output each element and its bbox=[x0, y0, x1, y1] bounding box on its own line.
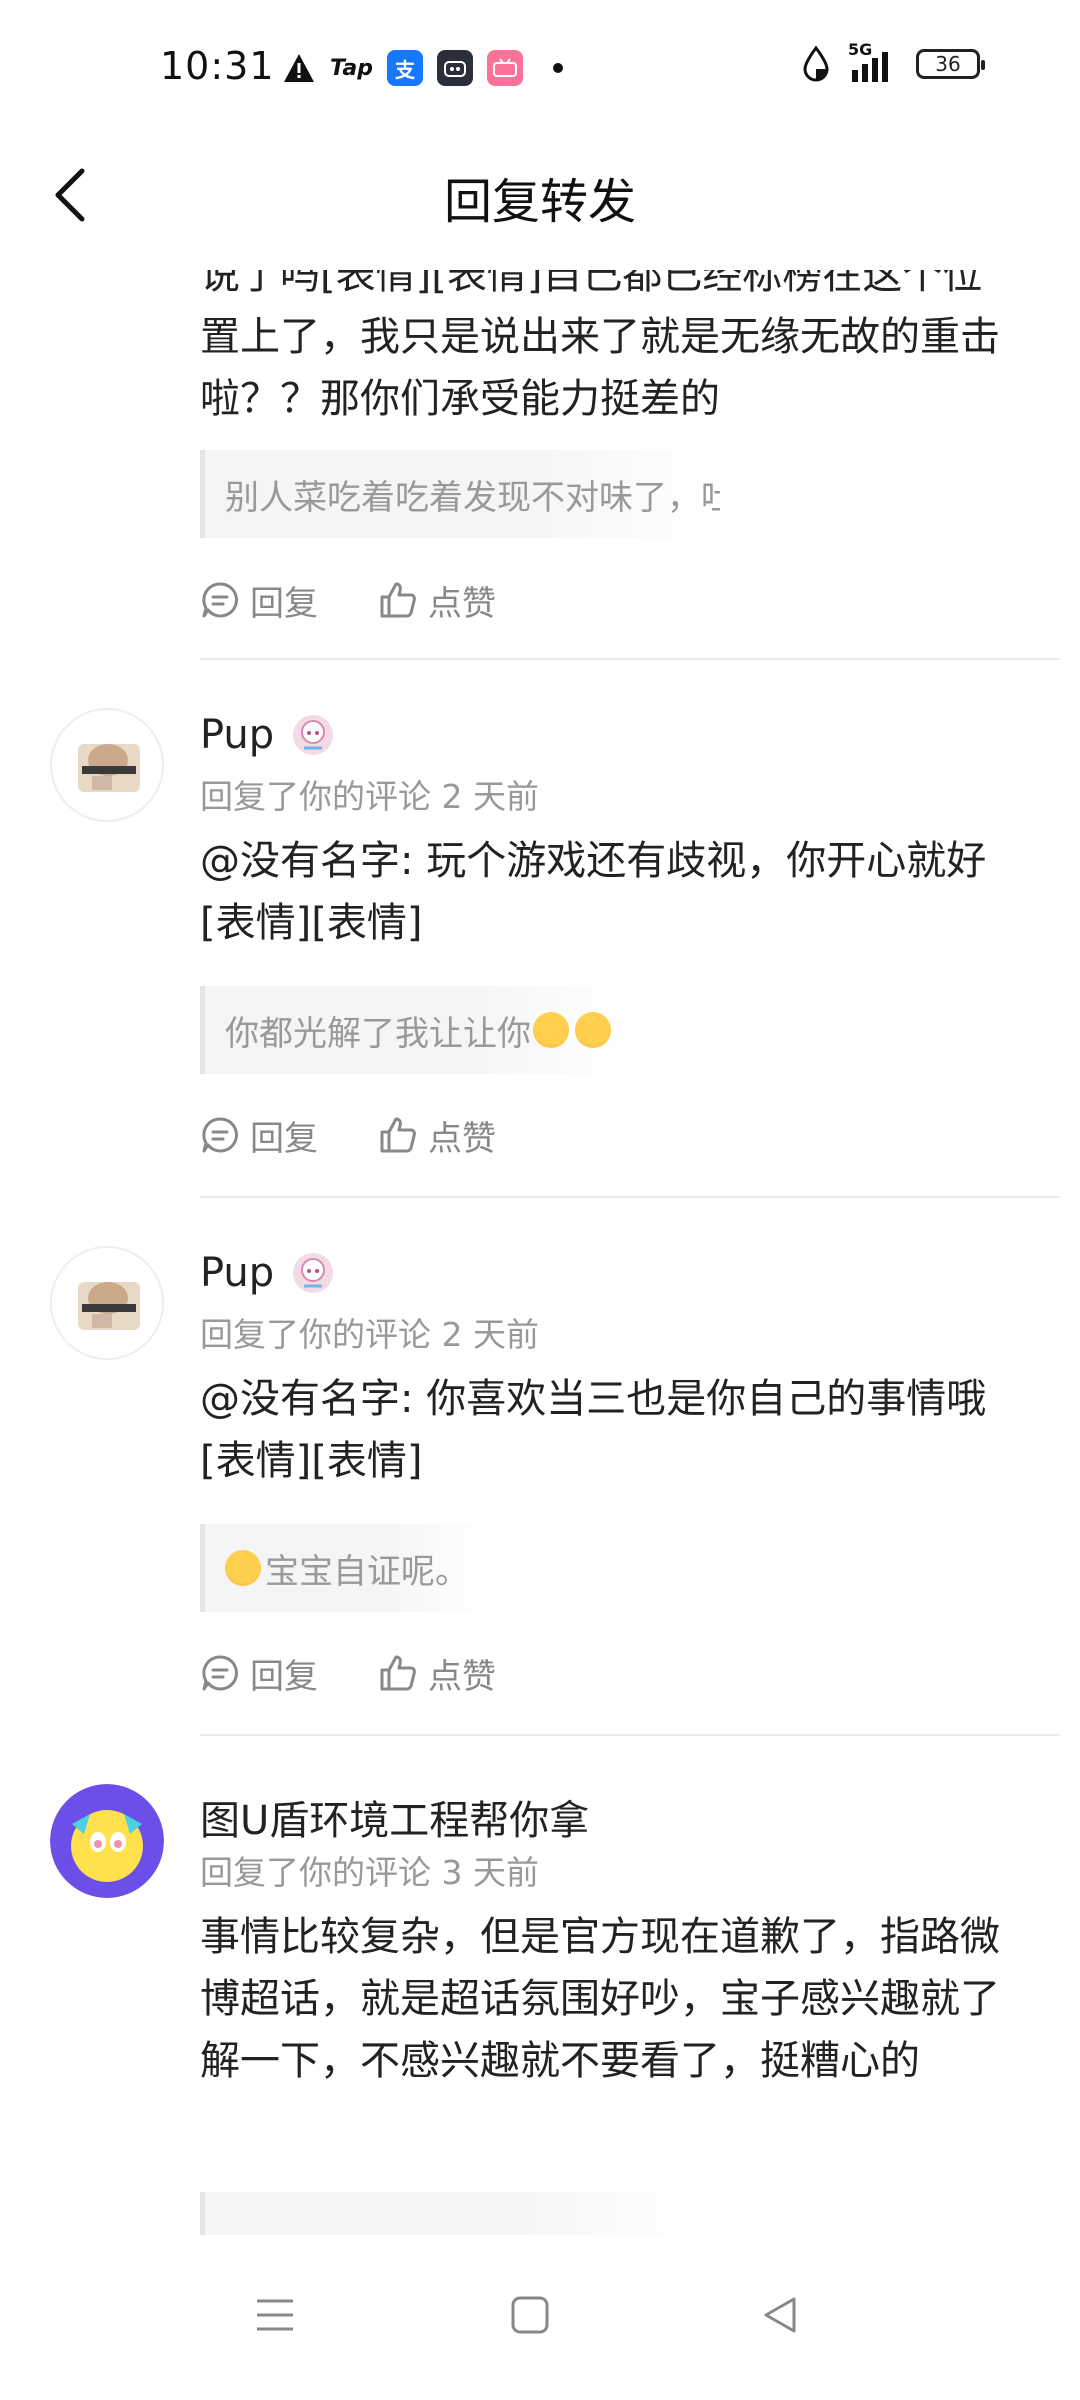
like-button[interactable]: 点赞 bbox=[378, 1111, 496, 1160]
back-triangle-icon bbox=[764, 2297, 796, 2333]
username[interactable]: Pup bbox=[200, 1248, 338, 1298]
comment-actions: 回复 点赞 bbox=[200, 575, 556, 625]
reply-icon bbox=[202, 1117, 238, 1153]
divider bbox=[200, 658, 1060, 660]
alipay-icon: 支 bbox=[387, 50, 423, 86]
notification-icons: Tap 支 bbox=[282, 48, 563, 88]
quoted-text: 你都光解了我让让你 bbox=[225, 1013, 531, 1054]
like-button[interactable]: 点赞 bbox=[378, 576, 496, 625]
quoted-comment[interactable]: 宝宝自证呢。 bbox=[200, 1524, 490, 1612]
reply-meta: 回复了你的评论 2 天前 bbox=[200, 777, 539, 816]
reply-icon bbox=[202, 582, 238, 618]
divider bbox=[200, 1196, 1060, 1198]
grinning-squint-emoji-icon bbox=[225, 1550, 261, 1586]
battery-icon: 36 bbox=[916, 49, 985, 79]
reply-feed[interactable]: 说了吗[表情][表情]自己都已经标榜在这个位置上了，我只是说出来了就是无缘无故的… bbox=[0, 270, 1080, 2235]
reply-meta: 回复了你的评论 3 天前 bbox=[200, 1853, 539, 1892]
reply-button[interactable]: 回复 bbox=[200, 1111, 318, 1160]
reply-meta: 回复了你的评论 2 天前 bbox=[200, 1315, 539, 1354]
thumbs-up-icon bbox=[380, 1117, 416, 1153]
comment-body: 事情比较复杂，但是官方现在道歉了，指路微博超话，就是超话氛围好吵，宝子感兴趣就了… bbox=[200, 1914, 1000, 2084]
menu-button[interactable] bbox=[245, 2285, 305, 2345]
user-badge-icon bbox=[293, 715, 334, 755]
avatar[interactable] bbox=[50, 1784, 164, 1898]
reply-button[interactable]: 回复 bbox=[200, 1649, 318, 1698]
data-saver-icon bbox=[803, 46, 829, 82]
reply-button[interactable]: 回复 bbox=[200, 576, 318, 625]
username[interactable]: Pup bbox=[200, 710, 338, 760]
divider bbox=[200, 1734, 1060, 1736]
comment-body: @没有名字: 玩个游戏还有歧视，你开心就好[表情][表情] bbox=[200, 838, 987, 946]
avatar[interactable] bbox=[50, 1246, 164, 1360]
quoted-text: 宝宝自证呢。 bbox=[265, 1551, 469, 1592]
comment-body: @没有名字: 你喜欢当三也是你自己的事情哦[表情][表情] bbox=[200, 1376, 987, 1484]
tap-icon: Tap bbox=[330, 55, 373, 81]
back-nav-button[interactable] bbox=[750, 2285, 810, 2345]
bot-app-icon bbox=[437, 50, 473, 86]
warning-icon bbox=[284, 54, 314, 82]
bilibili-icon bbox=[487, 50, 523, 86]
smiling-hearts-emoji-icon bbox=[533, 1012, 569, 1048]
avatar[interactable] bbox=[50, 708, 164, 822]
quoted-comment[interactable]: 你都光解了我让让你 bbox=[200, 986, 630, 1074]
home-square-icon bbox=[511, 2296, 549, 2334]
like-button[interactable]: 点赞 bbox=[378, 1649, 496, 1698]
top-bar: 回复转发 bbox=[0, 120, 1080, 270]
status-bar: 10:31 Tap 支 5G 36 bbox=[0, 0, 1080, 120]
system-nav-bar bbox=[0, 2235, 1080, 2400]
comment-actions: 回复 点赞 bbox=[200, 1648, 556, 1698]
signal-icon: 5G bbox=[848, 40, 898, 82]
quoted-comment[interactable]: 别人菜吃着吃着发现不对味了，吐出来也是他... bbox=[200, 450, 720, 538]
comment-body: 说了吗[表情][表情]自己都已经标榜在这个位置上了，我只是说出来了就是无缘无故的… bbox=[200, 270, 1000, 422]
comment-actions: 回复 点赞 bbox=[200, 1110, 556, 1160]
username[interactable]: 图U盾环境工程帮你拿 bbox=[200, 1788, 589, 1846]
page-title: 回复转发 bbox=[443, 174, 636, 230]
quoted-comment[interactable] bbox=[200, 2192, 700, 2235]
system-icons: 5G 36 bbox=[802, 40, 985, 82]
thumbs-up-icon bbox=[380, 1655, 416, 1691]
reply-icon bbox=[202, 1655, 238, 1691]
smiling-hearts-emoji-icon bbox=[575, 1012, 611, 1048]
more-notifications-icon bbox=[553, 63, 563, 73]
status-time: 10:31 bbox=[160, 44, 275, 88]
home-button[interactable] bbox=[500, 2285, 560, 2345]
quoted-text: 别人菜吃着吃着发现不对味了，吐出来也是他... bbox=[225, 477, 720, 518]
menu-icon bbox=[257, 2299, 293, 2331]
thumbs-up-icon bbox=[380, 582, 416, 618]
user-badge-icon bbox=[293, 1253, 334, 1293]
